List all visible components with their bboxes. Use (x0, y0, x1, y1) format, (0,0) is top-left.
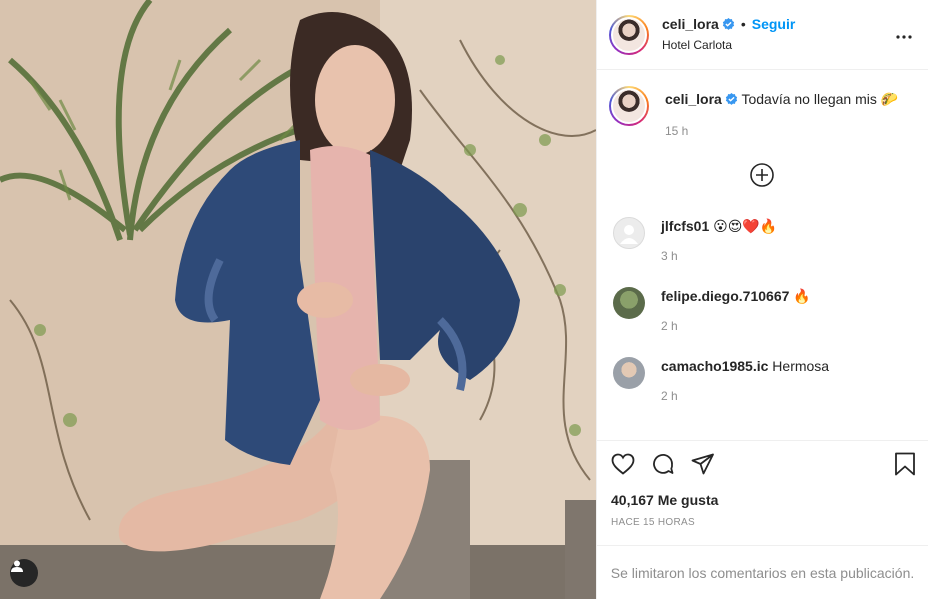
more-options-button[interactable] (896, 26, 912, 44)
like-button[interactable] (611, 453, 635, 480)
comments-list[interactable]: celi_lora Todavía no llegan mis 🌮 15 h j… (597, 70, 928, 440)
post-location[interactable]: Hotel Carlota (662, 36, 795, 54)
caption-avatar[interactable] (609, 86, 649, 126)
more-options-icon (896, 26, 912, 43)
comment-text: 😮😍❤️🔥 (713, 218, 778, 234)
post-caption: celi_lora Todavía no llegan mis 🌮 15 h (609, 86, 914, 138)
comment-username[interactable]: camacho1985.ic (661, 358, 768, 374)
caption-username[interactable]: celi_lora (665, 91, 722, 107)
comment-item: felipe.diego.710667 🔥 2 h (609, 283, 914, 333)
commenter-avatar[interactable] (613, 287, 645, 319)
comment-time[interactable]: 3 h (661, 249, 777, 263)
action-bar (597, 440, 928, 492)
author-info: celi_lora • Seguir Hotel Carlota (662, 15, 795, 54)
caption-text: Todavía no llegan mis 🌮 (741, 91, 899, 107)
caption-time[interactable]: 15 h (665, 124, 898, 138)
post-header: celi_lora • Seguir Hotel Carlota (597, 0, 928, 70)
comment-username[interactable]: jlfcfs01 (661, 218, 709, 234)
comments-limited-notice: Se limitaron los comentarios en esta pub… (597, 545, 928, 599)
comment-time[interactable]: 2 h (661, 319, 811, 333)
bookmark-icon (894, 452, 916, 481)
author-avatar[interactable] (609, 14, 649, 55)
post-side-panel: celi_lora • Seguir Hotel Carlota celi_lora… (596, 0, 928, 599)
separator-dot: • (740, 16, 746, 32)
post-time[interactable]: HACE 15 HORAS (597, 517, 928, 537)
comment-icon (651, 452, 675, 481)
comment-time[interactable]: 2 h (661, 389, 829, 403)
comment-button[interactable] (651, 452, 675, 481)
comment-item: jlfcfs01 😮😍❤️🔥 3 h (609, 213, 914, 263)
comment-text: 🔥 (793, 288, 811, 304)
post-photo[interactable] (0, 0, 596, 599)
follow-button[interactable]: Seguir (752, 16, 796, 32)
share-button[interactable] (691, 453, 715, 480)
comment-text: Hermosa (772, 358, 830, 374)
instagram-post: celi_lora • Seguir Hotel Carlota celi_lora… (0, 0, 928, 599)
verified-badge-icon (722, 18, 735, 36)
user-tag-button[interactable] (10, 559, 38, 587)
save-button[interactable] (894, 452, 916, 481)
likes-count[interactable]: 40,167 Me gusta (597, 492, 928, 514)
commenter-avatar[interactable] (613, 357, 645, 389)
comment-username[interactable]: felipe.diego.710667 (661, 288, 789, 304)
comment-item: camacho1985.ic Hermosa 2 h (609, 353, 914, 403)
share-icon (691, 453, 715, 480)
add-circle-icon (749, 162, 775, 193)
heart-icon (611, 453, 635, 480)
photo-illustration (0, 0, 596, 599)
verified-badge-icon (725, 92, 738, 110)
author-username[interactable]: celi_lora (662, 16, 719, 32)
commenter-avatar[interactable] (613, 217, 645, 249)
load-more-comments-button[interactable] (609, 162, 914, 193)
